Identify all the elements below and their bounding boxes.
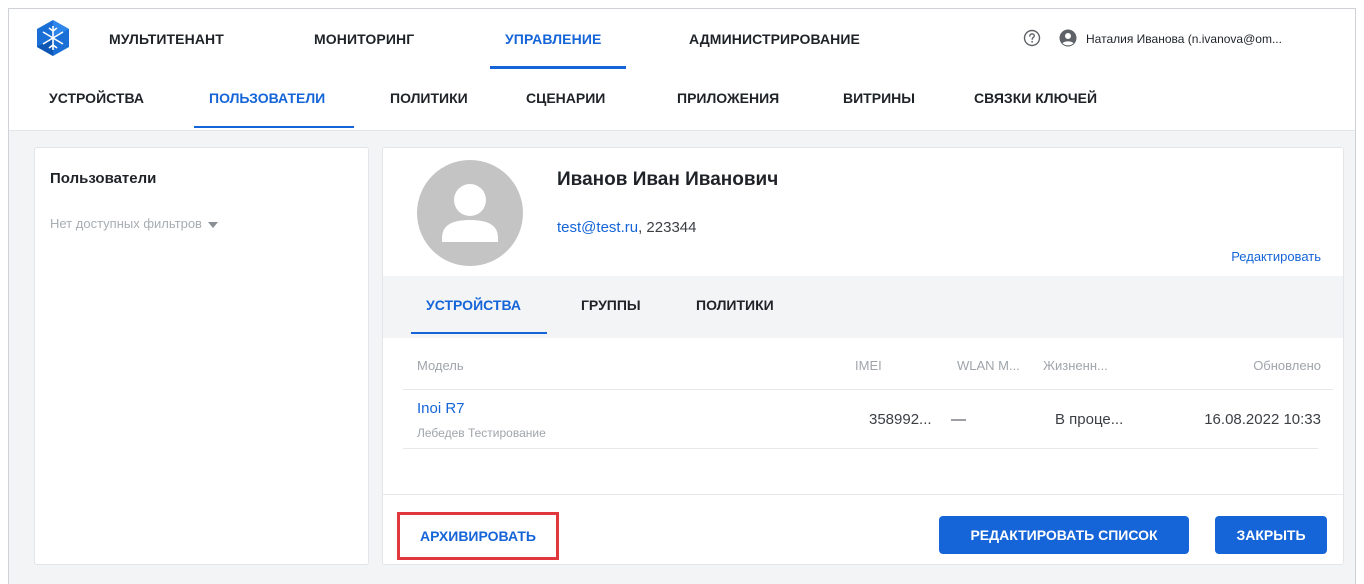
nav-multitenant[interactable]: МУЛЬТИТЕНАНТ	[109, 31, 224, 47]
device-owner: Лебедев Тестирование	[417, 426, 546, 440]
device-lifecycle: В проце...	[1055, 411, 1124, 428]
user-silhouette-icon	[442, 184, 498, 242]
filter-dropdown[interactable]: Нет доступных фильтров	[50, 216, 218, 231]
avatar	[417, 160, 523, 266]
user-contact: test@test.ru, 223344	[557, 219, 696, 236]
column-header-wlan[interactable]: WLAN M...	[957, 358, 1020, 373]
filter-label: Нет доступных фильтров	[50, 216, 202, 231]
users-panel-title: Пользователи	[50, 170, 157, 187]
user-details-panel: Иванов Иван Иванович test@test.ru, 22334…	[382, 147, 1344, 565]
user-full-name: Иванов Иван Иванович	[557, 169, 779, 190]
column-header-imei[interactable]: IMEI	[855, 358, 882, 373]
device-model-link[interactable]: Inoi R7	[417, 400, 465, 417]
column-header-lifecycle[interactable]: Жизненн...	[1043, 358, 1108, 373]
tab-groups[interactable]: ГРУППЫ	[581, 297, 641, 313]
device-updated: 16.08.2022 10:33	[1204, 411, 1321, 428]
app-window: МУЛЬТИТЕНАНТ МОНИТОРИНГ УПРАВЛЕНИЕ АДМИН…	[8, 8, 1356, 584]
close-button[interactable]: ЗАКРЫТЬ	[1215, 516, 1327, 554]
subnav-applications[interactable]: ПРИЛОЖЕНИЯ	[677, 90, 779, 106]
tab-active-indicator	[411, 332, 547, 334]
top-navigation: МУЛЬТИТЕНАНТ МОНИТОРИНГ УПРАВЛЕНИЕ АДМИН…	[9, 9, 1355, 69]
nav-monitoring[interactable]: МОНИТОРИНГ	[314, 31, 414, 47]
devices-table: Модель IMEI WLAN M... Жизненн... Обновле…	[383, 338, 1343, 564]
sub-navigation: УСТРОЙСТВА ПОЛЬЗОВАТЕЛИ ПОЛИТИКИ СЦЕНАРИ…	[9, 69, 1355, 131]
user-email-link[interactable]: test@test.ru	[557, 219, 638, 236]
users-panel: Пользователи Нет доступных фильтров	[34, 147, 369, 565]
tab-devices[interactable]: УСТРОЙСТВА	[426, 297, 521, 313]
nav-management[interactable]: УПРАВЛЕНИЕ	[505, 31, 601, 47]
column-header-model[interactable]: Модель	[417, 358, 464, 373]
user-phone: , 223344	[638, 219, 697, 236]
current-user-name[interactable]: Наталия Иванова (n.ivanova@om...	[1086, 32, 1282, 46]
subnav-policies[interactable]: ПОЛИТИКИ	[390, 90, 468, 106]
device-imei: 358992...	[869, 411, 932, 428]
subnav-showcases[interactable]: ВИТРИНЫ	[843, 90, 915, 106]
subnav-scenarios[interactable]: СЦЕНАРИИ	[526, 90, 605, 106]
app-logo-icon[interactable]	[35, 19, 71, 57]
detail-tabs: УСТРОЙСТВА ГРУППЫ ПОЛИТИКИ	[383, 276, 1343, 338]
edit-user-link[interactable]: Редактировать	[1231, 249, 1321, 264]
nav-administration[interactable]: АДМИНИСТРИРОВАНИЕ	[689, 31, 860, 47]
archive-button[interactable]: АРХИВИРОВАТЬ	[397, 512, 559, 560]
column-header-updated[interactable]: Обновлено	[1253, 358, 1321, 373]
subnav-keychains[interactable]: СВЯЗКИ КЛЮЧЕЙ	[974, 90, 1097, 106]
subnav-devices[interactable]: УСТРОЙСТВА	[49, 90, 144, 106]
table-row-divider	[403, 448, 1318, 449]
edit-list-button[interactable]: РЕДАКТИРОВАТЬ СПИСОК	[939, 516, 1189, 554]
caret-down-icon	[207, 221, 218, 228]
tab-policies[interactable]: ПОЛИТИКИ	[696, 297, 774, 313]
footer-divider	[383, 494, 1343, 495]
user-profile-header: Иванов Иван Иванович test@test.ru, 22334…	[383, 148, 1343, 276]
table-header-divider	[403, 389, 1333, 390]
help-icon[interactable]	[1023, 29, 1041, 47]
account-icon[interactable]	[1059, 29, 1077, 47]
device-wlan: —	[951, 411, 966, 428]
subnav-active-indicator	[194, 126, 354, 128]
subnav-users[interactable]: ПОЛЬЗОВАТЕЛИ	[209, 90, 325, 106]
